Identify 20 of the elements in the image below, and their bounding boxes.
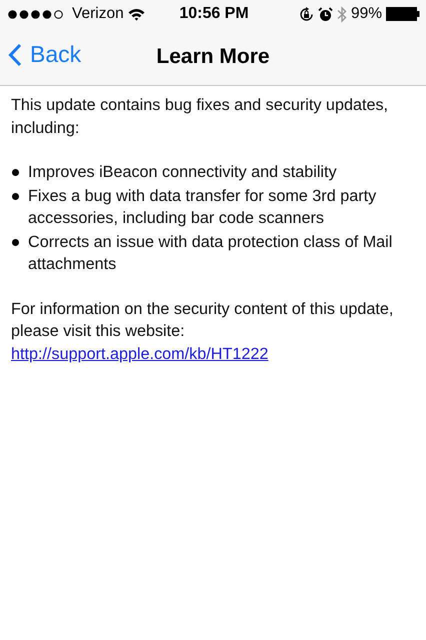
bullet-icon	[12, 169, 19, 176]
intro-paragraph: This update contains bug fixes and security updates, including:	[11, 95, 390, 138]
back-button[interactable]: Back	[8, 41, 82, 68]
support-link[interactable]: http://support.apple.com/kb/HT1222	[11, 344, 268, 362]
battery-icon	[386, 7, 420, 21]
rotation-lock-icon	[298, 6, 314, 22]
bullet-text: Improves iBeacon connectivity and stability	[28, 162, 337, 183]
bullet-text: Fixes a bug with data transfer for some 3rd party accessories, including bar code scanners	[28, 186, 378, 229]
wifi-icon	[128, 8, 145, 20]
clock-time: 10:56 PM	[179, 5, 249, 23]
chevron-left-icon	[8, 42, 22, 66]
bullet-text: Corrects an issue with data protection class of Mail attachments	[28, 232, 394, 275]
carrier-name: Verizon	[72, 5, 124, 23]
bullet-icon	[12, 192, 19, 200]
info-paragraph: For information on the security content of this update, please visit this website:	[11, 298, 394, 342]
screen-title: Learn More	[156, 44, 270, 68]
alarm-clock-icon	[318, 6, 333, 22]
bullet-icon	[12, 238, 19, 246]
bluetooth-icon	[336, 6, 347, 22]
battery-percentage: 99%	[350, 5, 382, 23]
